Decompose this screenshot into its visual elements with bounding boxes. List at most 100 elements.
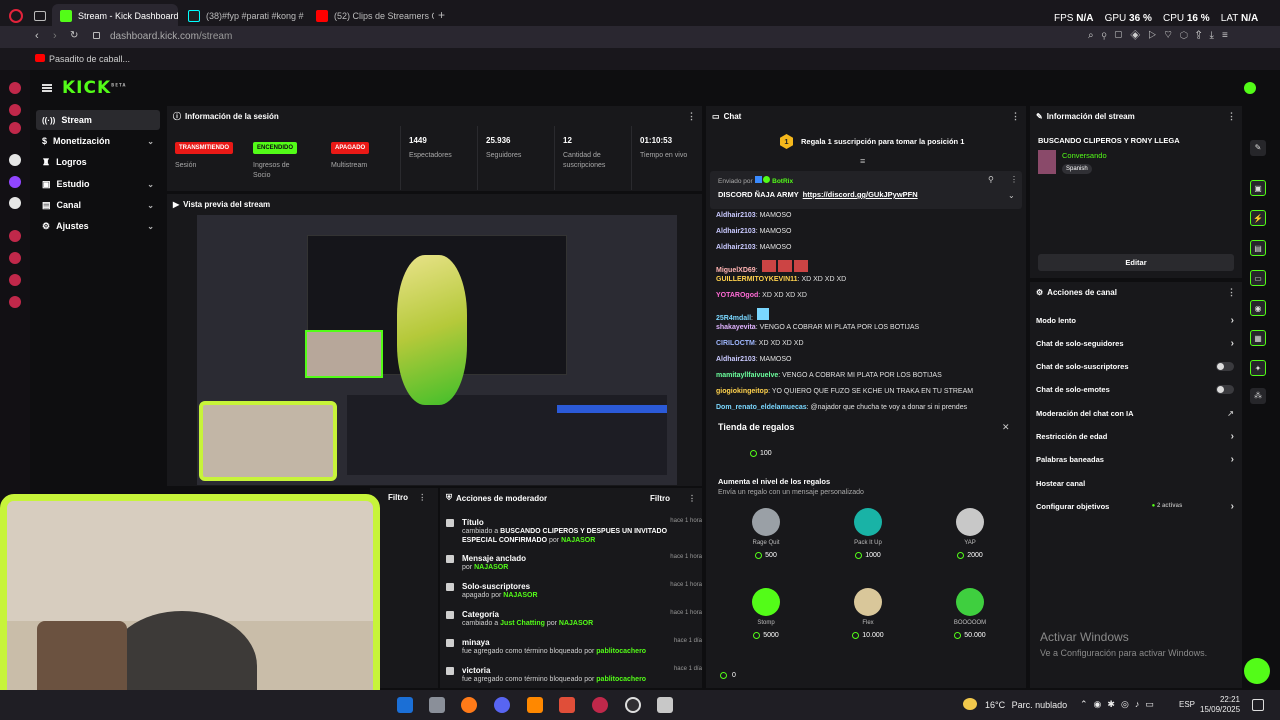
support-chat-icon[interactable] (1244, 658, 1270, 684)
chat-username[interactable]: GUILLERMITOYKEVIN11 (716, 276, 798, 283)
gift-item[interactable]: Flex 10.000 (828, 588, 908, 641)
mod-username[interactable]: NAJASOR (561, 537, 595, 544)
heart-icon[interactable]: ♡ (1164, 30, 1180, 41)
back-icon[interactable]: ‹ (35, 30, 39, 42)
chat-username[interactable]: Aldhair2103 (716, 356, 756, 363)
chevron-down-icon[interactable]: ⌄ (1008, 191, 1015, 200)
chat-username[interactable]: giogiokingeitop (716, 388, 768, 395)
clock[interactable]: 22:21 15/09/2025 (1200, 695, 1240, 715)
close-icon[interactable]: ✕ (1002, 422, 1010, 433)
aria-icon[interactable] (9, 82, 21, 94)
record-icon[interactable]: ◉ (1094, 699, 1108, 709)
channel-action-row[interactable]: Palabras baneadas › (1036, 450, 1234, 470)
opera-taskbar-icon[interactable] (592, 697, 608, 713)
nav-stream[interactable]: ((·)) Stream (36, 110, 160, 130)
share-icon[interactable]: ⇪ (1196, 30, 1210, 41)
chat-username[interactable]: Aldhair2103 (716, 244, 756, 251)
channel-action-row[interactable]: Moderación del chat con IA ↗ (1036, 403, 1234, 423)
pin-icon[interactable]: ⚲ (1102, 30, 1115, 41)
gift-item[interactable]: Pack It Up 1000 (828, 508, 908, 561)
more-options-icon[interactable]: ⋮ (1227, 111, 1236, 122)
connections-tool-icon[interactable]: ⁂ (1250, 388, 1266, 404)
category-name[interactable]: Conversando (1062, 151, 1107, 160)
files-icon[interactable] (429, 697, 445, 713)
lightning-tool-icon[interactable]: ⚡ (1250, 210, 1266, 226)
layout-tool-icon[interactable]: ▦ (1250, 330, 1266, 346)
network-icon[interactable]: ▭ (1145, 699, 1160, 709)
mod-username[interactable]: pablitocachero (596, 676, 646, 683)
volume-icon[interactable]: ♪ (1135, 699, 1146, 709)
broadcast-tool-icon[interactable]: ◉ (1250, 300, 1266, 316)
mod-username[interactable]: NAJASOR (503, 592, 537, 599)
mail-icon[interactable] (9, 122, 21, 134)
mod-username[interactable]: NAJASOR (559, 620, 593, 627)
edit-button[interactable]: Editar (1038, 254, 1234, 271)
more-options-icon[interactable]: ⋮ (418, 493, 426, 502)
extensions-icon[interactable]: ⬡ (1180, 30, 1196, 41)
outlook-icon[interactable] (397, 697, 413, 713)
player-icon[interactable] (9, 230, 21, 242)
messenger-icon[interactable] (9, 104, 21, 116)
notes-tool-icon[interactable]: ▤ (1250, 240, 1266, 256)
nav-monetizacion[interactable]: $ Monetización ⌄ (36, 131, 160, 151)
language-indicator[interactable]: ESP (1179, 700, 1195, 709)
url-field[interactable]: dashboard.kick.com/stream (110, 31, 232, 42)
new-tab-button[interactable]: + (438, 8, 445, 22)
shield-app-icon[interactable] (657, 697, 673, 713)
chat-username[interactable]: MiguelXD69 (716, 267, 756, 274)
chat-username[interactable]: Aldhair2103 (716, 228, 756, 235)
gift-item[interactable]: Stomp 5000 (726, 588, 806, 641)
menu-icon[interactable]: ≡ (1222, 30, 1236, 41)
firefox-icon[interactable] (461, 697, 477, 713)
stream-preview-video[interactable] (197, 215, 677, 485)
tiktok-sidebar-icon[interactable] (9, 154, 21, 166)
nav-logros[interactable]: ♜ Logros (36, 152, 160, 172)
tab-tiktok[interactable]: (38)#fyp #parati #kong # (180, 4, 306, 28)
gift-item[interactable]: BOOOOOM 50.000 (930, 588, 1010, 641)
collapse-icon[interactable]: ≡ (860, 156, 865, 166)
bookmark-item[interactable]: Pasadito de caball... (49, 54, 130, 64)
settings-sidebar-icon[interactable] (9, 296, 21, 308)
tab-list-icon[interactable] (34, 11, 46, 21)
x-sidebar-icon[interactable] (9, 197, 21, 209)
tab-kick-dashboard[interactable]: Stream - Kick Dashboard (52, 4, 178, 28)
channel-action-row[interactable]: Modo lento › (1036, 310, 1234, 330)
kick-logo[interactable]: KICKBETA (62, 78, 126, 98)
user-avatar[interactable] (1244, 82, 1256, 94)
bluetooth-icon[interactable]: ✱ (1107, 699, 1121, 709)
reload-icon[interactable]: ↻ (70, 30, 78, 41)
chat-username[interactable]: YOTAROgod (716, 292, 758, 299)
forward-icon[interactable]: › (53, 30, 57, 42)
more-options-icon[interactable]: ⋮ (687, 111, 696, 122)
pin-icon[interactable]: ⚲ (988, 175, 994, 184)
notifications-icon[interactable] (1252, 699, 1264, 711)
opera-logo-icon[interactable] (9, 9, 23, 23)
nav-canal[interactable]: ▤ Canal ⌄ (36, 195, 160, 215)
more-options-icon[interactable]: ⋮ (1227, 287, 1236, 298)
wrench-tool-icon[interactable]: ✦ (1250, 360, 1266, 376)
chat-username[interactable]: Aldhair2103 (716, 212, 756, 219)
chat-username[interactable]: shakayevita (716, 324, 756, 331)
nav-estudio[interactable]: ▣ Estudio ⌄ (36, 174, 160, 194)
filter-button[interactable]: Filtro ⋮ (388, 493, 426, 502)
more-options-icon[interactable]: ⋮ (688, 494, 696, 503)
edit-tool-icon[interactable]: ✎ (1250, 140, 1266, 156)
chat-username[interactable]: 25R4mdall (716, 315, 751, 322)
discord-icon[interactable] (494, 697, 510, 713)
channel-action-row[interactable]: Chat de solo-suscriptores (1036, 357, 1234, 377)
discord-link[interactable]: https://discord.gg/GUkJPywPFN (803, 190, 918, 199)
mod-username[interactable]: NAJASOR (474, 564, 508, 571)
filter-button[interactable]: Filtro (650, 494, 670, 503)
download-icon[interactable]: ⤓ (1210, 30, 1222, 41)
history-icon[interactable] (9, 252, 21, 264)
screenshot-tool-icon[interactable]: ▣ (1250, 180, 1266, 196)
channel-action-row[interactable]: Chat de solo-emotes (1036, 380, 1234, 400)
channel-action-row[interactable]: Hostear canal (1036, 473, 1234, 493)
tab-youtube[interactable]: (52) Clips de Streamers O (308, 4, 434, 28)
snapshot-icon[interactable]: ▢ (1115, 30, 1131, 41)
play-icon[interactable]: ▷ (1148, 30, 1164, 41)
nav-ajustes[interactable]: ⚙ Ajustes ⌄ (36, 216, 160, 236)
top-gift-price[interactable]: 100 (750, 450, 772, 457)
chat-username[interactable]: Dom_renato_eldelamuecas (716, 404, 807, 411)
steam-icon[interactable]: ◎ (1121, 699, 1135, 709)
